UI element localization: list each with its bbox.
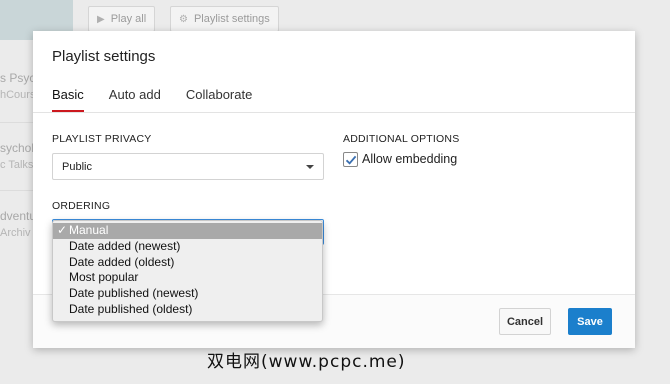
tab-auto-add[interactable]: Auto add xyxy=(109,87,161,111)
allow-embedding-checkbox[interactable] xyxy=(343,152,358,167)
gear-icon: ⚙ xyxy=(179,13,188,25)
checkmark-icon: ✓ xyxy=(57,223,68,237)
ordering-option-date-added-oldest[interactable]: Date added (oldest) xyxy=(53,255,322,271)
chevron-down-icon xyxy=(306,164,314,169)
tabs-divider xyxy=(33,112,635,113)
checkmark-icon xyxy=(345,155,356,165)
privacy-select[interactable]: Public xyxy=(52,153,324,180)
ordering-option-date-published-newest[interactable]: Date published (newest) xyxy=(53,286,322,302)
privacy-value: Public xyxy=(62,160,92,173)
tab-bar: Basic Auto add Collaborate xyxy=(52,87,277,113)
watermark-text: 双电网(www.pcpc.me) xyxy=(207,352,406,372)
allow-embedding-label[interactable]: Allow embedding xyxy=(362,152,457,166)
tab-basic[interactable]: Basic xyxy=(52,87,84,113)
play-icon: ▶ xyxy=(97,13,105,25)
tab-collaborate[interactable]: Collaborate xyxy=(186,87,253,111)
ordering-option-date-added-newest[interactable]: Date added (newest) xyxy=(53,239,322,255)
cancel-button[interactable]: Cancel xyxy=(499,308,551,335)
ordering-dropdown-menu: ✓ Manual Date added (newest) Date added (… xyxy=(52,220,323,322)
play-all-button[interactable]: ▶ Play all xyxy=(88,6,156,32)
ordering-option-date-published-oldest[interactable]: Date published (oldest) xyxy=(53,302,322,318)
playlist-settings-button[interactable]: ⚙ Playlist settings xyxy=(170,6,279,32)
ordering-label: ORDERING xyxy=(52,200,111,212)
ordering-option-manual[interactable]: ✓ Manual xyxy=(53,223,322,239)
dialog-title: Playlist settings xyxy=(52,48,156,65)
option-label: Manual xyxy=(69,223,109,237)
playlist-settings-label: Playlist settings xyxy=(193,13,270,25)
save-button[interactable]: Save xyxy=(568,308,612,335)
play-all-label: Play all xyxy=(110,13,147,25)
additional-options-label: ADDITIONAL OPTIONS xyxy=(343,133,460,145)
ordering-option-most-popular[interactable]: Most popular xyxy=(53,270,322,286)
privacy-label: PLAYLIST PRIVACY xyxy=(52,133,152,145)
